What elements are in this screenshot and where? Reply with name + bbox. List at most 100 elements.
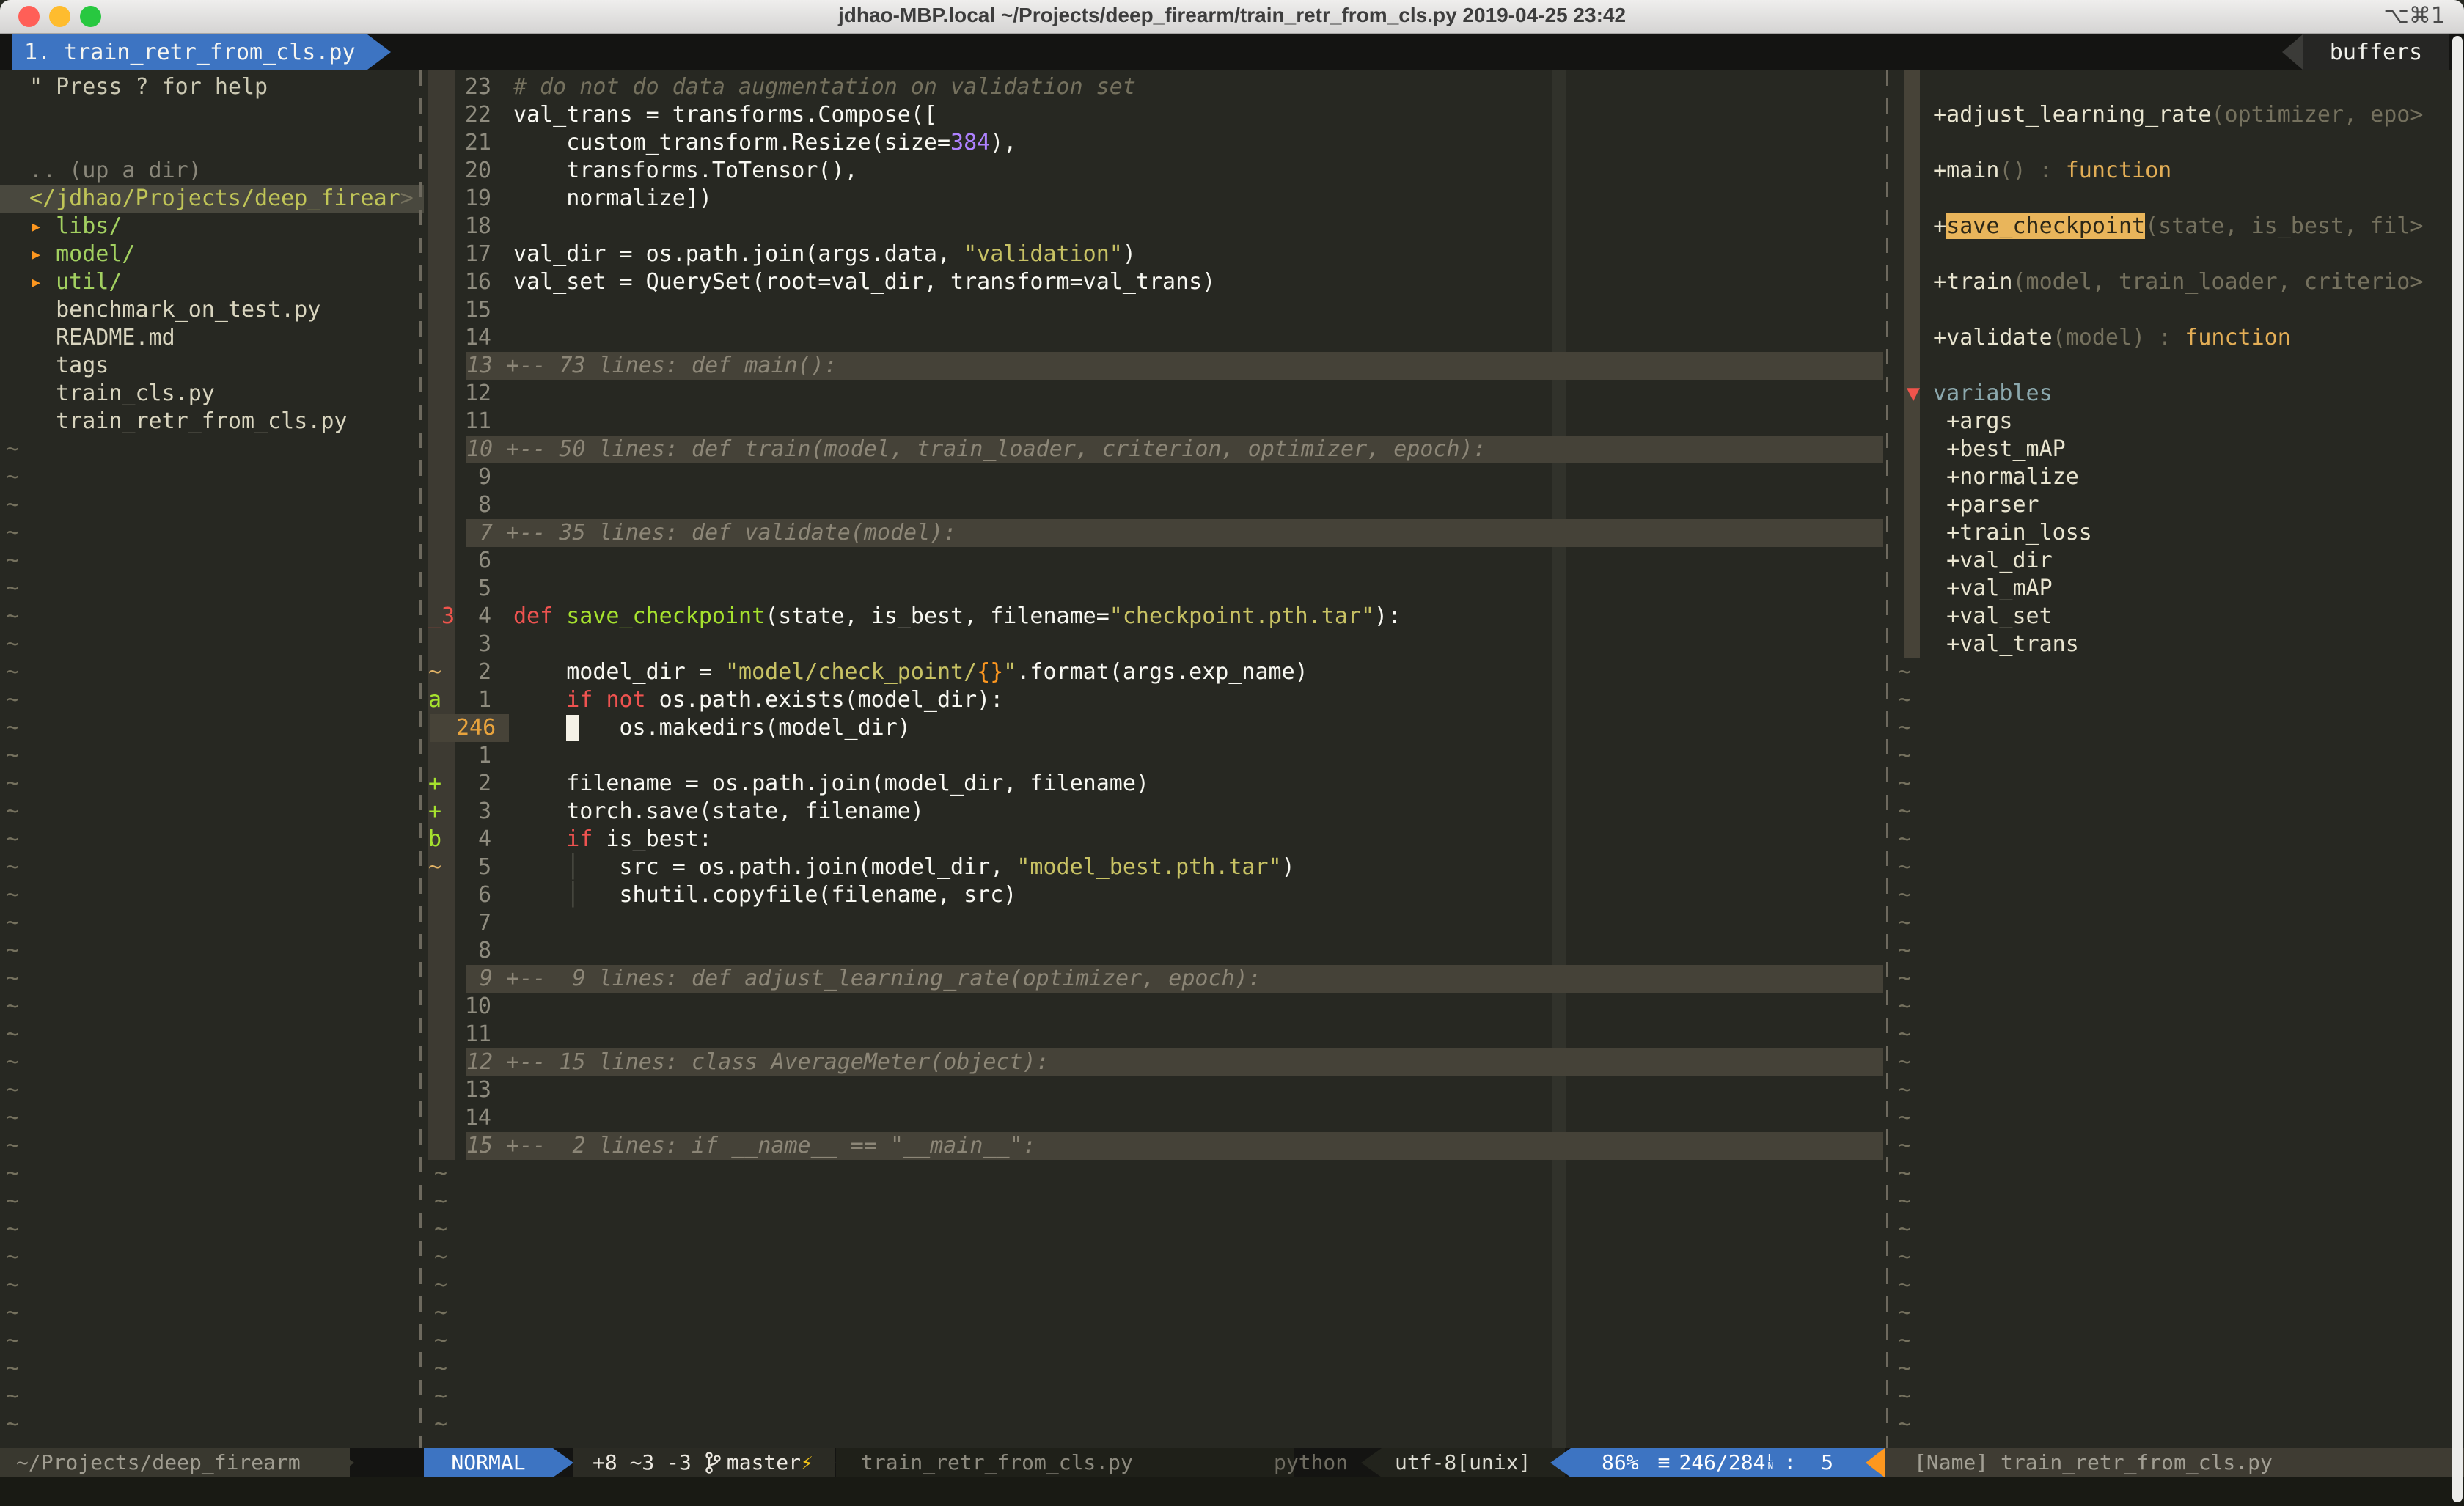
code-line[interactable]: 7 [424,909,1887,937]
code-line[interactable]: _34def save_checkpoint(state, is_best, f… [424,603,1887,631]
code-line[interactable]: 18 [424,213,1887,240]
code-line[interactable]: 11 [424,408,1887,436]
tree-item[interactable]: train_cls.py [0,380,428,408]
empty-line: ~ [0,770,428,798]
code-line[interactable]: 14 [424,324,1887,352]
empty-line: ~ [1890,1383,2464,1411]
tagbar-item[interactable]: ▼ variables [1890,380,2464,408]
empty-line: ~ [1890,798,2464,826]
tagbar-item[interactable]: +main() : function [1890,157,2464,185]
code-line[interactable]: b4 if is_best: [424,826,1887,853]
tagbar-item[interactable]: +val_trans [1890,631,2464,658]
code-line[interactable]: 9 [424,463,1887,491]
code-line[interactable]: 22val_trans = transforms.Compose([ [424,101,1887,129]
tree-item[interactable]: ▸ util/ [0,268,428,296]
tree-current-root[interactable]: </jdhao/Projects/deep_firear> [0,185,428,213]
nerdtree-panel: " Press ? for help .. (up a dir)</jdhao/P… [0,70,428,1448]
code-line[interactable]: 10 [424,993,1887,1021]
code-line[interactable]: 13 [424,1076,1887,1104]
empty-line: ~ [1890,1021,2464,1048]
tagbar-item[interactable]: +validate(model) : function [1890,324,2464,352]
code-line[interactable]: 21 custom_transform.Resize(size=384), [424,129,1887,157]
tab-buffers[interactable]: buffers [2303,34,2449,70]
folded-line[interactable]: 15 +-- 2 lines: if __name__ == "__main__… [424,1132,1887,1160]
window-separator[interactable] [419,70,422,1448]
empty-line: ~ [0,1104,428,1132]
tagbar-panel: +adjust_learning_rate(optimizer, epo> +m… [1890,70,2464,1448]
empty-line: ~ [0,1355,428,1383]
window-separator[interactable] [1886,70,1888,1448]
code-line[interactable]: 23# do not do data augmentation on valid… [424,73,1887,101]
empty-line: ~ [0,881,428,909]
tree-item[interactable]: " Press ? for help [0,73,428,101]
code-line[interactable]: +3 torch.save(state, filename) [424,798,1887,826]
code-line[interactable]: 8 [424,491,1887,519]
folded-line[interactable]: 7 +-- 35 lines: def validate(model): [424,519,1887,547]
line-number: 4 [439,826,491,853]
empty-line: ~ [1890,1076,2464,1104]
code-line[interactable]: ~5 │ src = os.path.join(model_dir, "mode… [424,853,1887,881]
empty-line: ~ [0,826,428,853]
tree-item[interactable]: ▸ libs/ [0,213,428,240]
folded-line[interactable]: 10 +-- 50 lines: def train(model, train_… [424,436,1887,463]
editor-panel[interactable]: 23# do not do data augmentation on valid… [424,70,1887,1448]
empty-line: ~ [0,519,428,547]
empty-line: ~ [0,993,428,1021]
terminal-window: jdhao-MBP.local ~/Projects/deep_firearm/… [0,0,2464,1506]
tagbar-item[interactable]: +train(model, train_loader, criterio> [1890,268,2464,296]
tagbar-item[interactable]: +val_set [1890,603,2464,631]
fold-text[interactable]: 13 +-- 73 lines: def main(): [466,352,1883,380]
tree-item[interactable]: ▸ model/ [0,240,428,268]
fold-text[interactable]: 10 +-- 50 lines: def train(model, train_… [466,436,1883,463]
code-line[interactable]: 11 [424,1021,1887,1048]
tagbar-item[interactable]: +adjust_learning_rate(optimizer, epo> [1890,101,2464,129]
line-number: 8 [439,491,491,519]
code-line[interactable]: 16val_set = QuerySet(root=val_dir, trans… [424,268,1887,296]
code-line[interactable]: 246 os.makedirs(model_dir) [424,714,1887,742]
folded-line[interactable]: 13 +-- 73 lines: def main(): [424,352,1887,380]
tagbar-item[interactable]: +best_mAP [1890,436,2464,463]
tree-item[interactable] [0,129,428,157]
code-line[interactable]: a1 if not os.path.exists(model_dir): [424,686,1887,714]
code-line[interactable]: 17val_dir = os.path.join(args.data, "val… [424,240,1887,268]
tagbar-item[interactable]: +args [1890,408,2464,436]
tree-item[interactable]: train_retr_from_cls.py [0,408,428,436]
tree-item[interactable]: tags [0,352,428,380]
code-line[interactable]: ~2 model_dir = "model/check_point/{}".fo… [424,658,1887,686]
line-number: 6 [439,881,491,909]
code-line[interactable]: 12 [424,380,1887,408]
empty-line: ~ [424,1355,1887,1383]
tagbar-item[interactable]: +val_mAP [1890,575,2464,603]
git-branch-name: master [727,1448,801,1477]
tree-item[interactable]: benchmark_on_test.py [0,296,428,324]
code-line[interactable]: 1 [424,742,1887,770]
code-line[interactable]: 20 transforms.ToTensor(), [424,157,1887,185]
code-line[interactable]: 14 [424,1104,1887,1132]
code-line[interactable]: +2 filename = os.path.join(model_dir, fi… [424,770,1887,798]
code-line[interactable]: 6 [424,547,1887,575]
scrollbar[interactable] [2452,36,2463,1502]
folded-line[interactable]: 9 +-- 9 lines: def adjust_learning_rate(… [424,965,1887,993]
tagbar-item[interactable]: +val_dir [1890,547,2464,575]
fold-text[interactable]: 12 +-- 15 lines: class AverageMeter(obje… [466,1048,1883,1076]
code-line[interactable]: 5 [424,575,1887,603]
code-line[interactable]: 15 [424,296,1887,324]
column-indicator: 5 [1821,1448,1833,1477]
folded-line[interactable]: 12 +-- 15 lines: class AverageMeter(obje… [424,1048,1887,1076]
code-line[interactable]: 8 [424,937,1887,965]
code-line[interactable]: 6 │ shutil.copyfile(filename, src) [424,881,1887,909]
fold-text[interactable]: 7 +-- 35 lines: def validate(model): [466,519,1883,547]
tree-item[interactable]: .. (up a dir) [0,157,428,185]
command-line[interactable] [0,1477,2464,1506]
tree-item[interactable] [0,101,428,129]
tagbar-item[interactable]: +parser [1890,491,2464,519]
fold-text[interactable]: 9 +-- 9 lines: def adjust_learning_rate(… [466,965,1883,993]
tagbar-item[interactable]: +train_loss [1890,519,2464,547]
tree-item[interactable]: README.md [0,324,428,352]
tagbar-item[interactable]: +save_checkpoint(state, is_best, fil> [1890,213,2464,240]
code-line[interactable]: 19 normalize]) [424,185,1887,213]
fold-text[interactable]: 15 +-- 2 lines: if __name__ == "__main__… [466,1132,1883,1160]
tab-train-retr-from-cls[interactable]: 1. train_retr_from_cls.py [12,34,367,70]
tagbar-item[interactable]: +normalize [1890,463,2464,491]
code-line[interactable]: 3 [424,631,1887,658]
